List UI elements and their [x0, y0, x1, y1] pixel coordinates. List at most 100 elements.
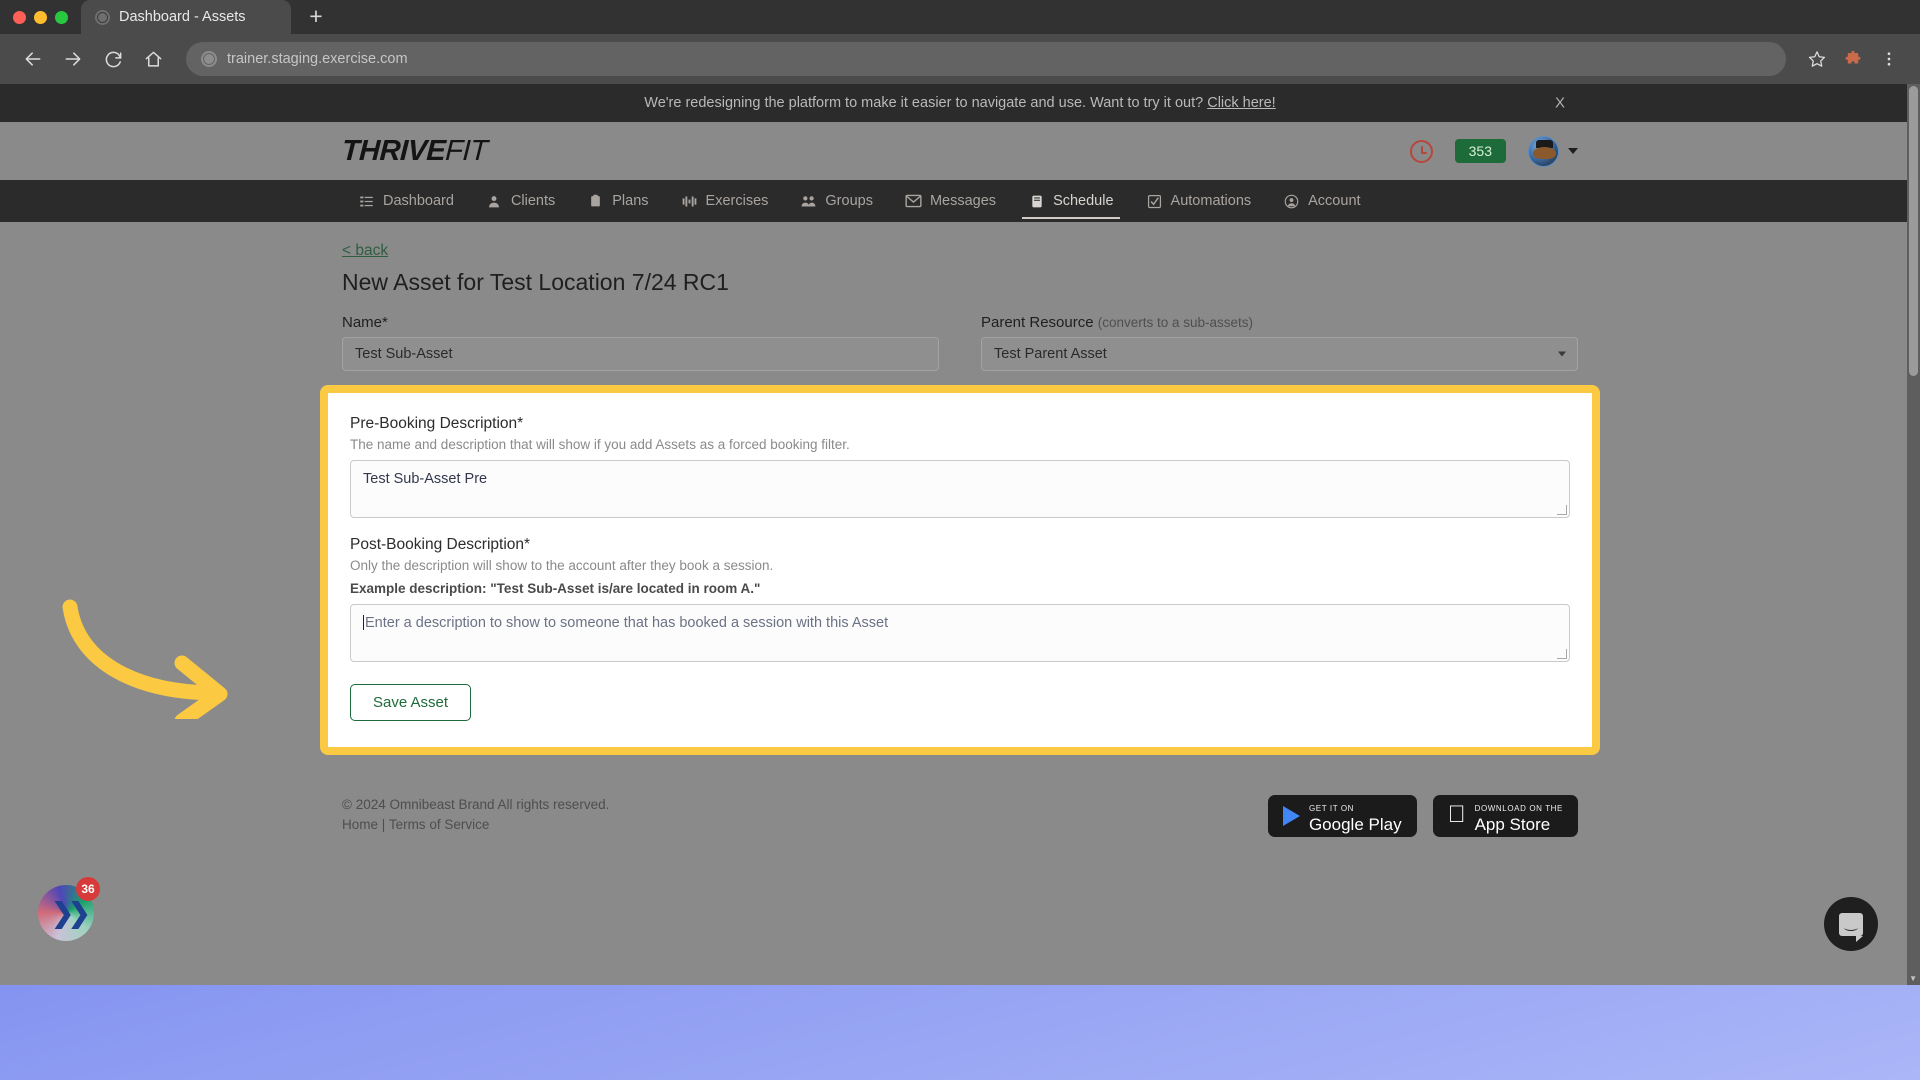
nav-label: Schedule	[1053, 193, 1114, 209]
pre-booking-label: Pre-Booking Description*	[350, 415, 524, 432]
post-booking-sub: Only the description will show to the ac…	[350, 558, 774, 573]
name-input[interactable]: Test Sub-Asset	[342, 337, 939, 371]
people-icon	[800, 193, 817, 210]
nav-label: Messages	[929, 193, 997, 209]
chevron-down-icon	[1558, 351, 1566, 357]
home-icon[interactable]	[134, 40, 172, 78]
name-field-group: Name* Test Sub-Asset	[342, 314, 939, 371]
browser-tab[interactable]: Dashboard - Assets	[81, 0, 291, 34]
checkbox-icon	[1146, 193, 1163, 210]
scroll-down-arrow-icon[interactable]: ▼	[1909, 974, 1917, 983]
google-play-top-text: GET IT ON	[1308, 803, 1355, 813]
banner-close-button[interactable]: X	[1555, 95, 1565, 112]
app-store-bottom-text: App Store	[1474, 814, 1551, 834]
puzzle-icon[interactable]	[1836, 42, 1870, 76]
nav-item-dashboard[interactable]: Dashboard	[342, 180, 470, 222]
pre-booking-sub: The name and description that will show …	[350, 437, 850, 452]
google-play-badge[interactable]: GET IT ON Google Play	[1267, 795, 1417, 837]
parent-resource-label-text: Parent Resource	[981, 314, 1094, 331]
star-icon[interactable]	[1800, 42, 1834, 76]
nav-label: Dashboard	[383, 193, 454, 209]
nav-item-account[interactable]: Account	[1267, 180, 1376, 222]
brand-chevrons-icon: ❯❯	[51, 897, 90, 928]
brand-widget-launcher[interactable]: ❯❯ 36	[38, 877, 100, 941]
clock-icon[interactable]	[1409, 139, 1433, 163]
page-viewport: We're redesigning the platform to make i…	[0, 84, 1920, 985]
back-arrow-icon[interactable]	[14, 40, 52, 78]
nav-label: Account	[1308, 193, 1361, 209]
booking-description-card: Pre-Booking Description* The name and de…	[320, 385, 1600, 755]
google-play-bottom-text: Google Play	[1308, 814, 1402, 834]
page-title: New Asset for Test Location 7/24 RC1	[342, 269, 729, 295]
nav-item-exercises[interactable]: Exercises	[665, 180, 785, 222]
banner-text: We're redesigning the platform to make i…	[644, 95, 1204, 111]
footer-terms-link[interactable]: Terms of Service	[389, 817, 490, 832]
app-store-badges: GET IT ON Google Play  Download on the …	[1267, 795, 1578, 837]
nav-item-messages[interactable]: Messages	[889, 180, 1012, 222]
app-store-top-text: Download on the	[1474, 803, 1563, 813]
apple-logo-icon: 	[1448, 802, 1466, 827]
parent-resource-label: Parent Resource (converts to a sub-asset…	[981, 314, 1578, 331]
google-play-icon	[1282, 806, 1300, 826]
footer-copyright: © 2024 Omnibeast Brand All rights reserv…	[342, 797, 610, 812]
post-booking-textarea[interactable]: Enter a description to show to someone t…	[350, 604, 1570, 662]
post-booking-placeholder: Enter a description to show to someone t…	[365, 615, 889, 631]
person-icon	[486, 193, 503, 210]
kebab-menu-icon[interactable]	[1872, 42, 1906, 76]
back-link[interactable]: < back	[342, 242, 388, 260]
account-menu[interactable]	[1528, 135, 1578, 167]
clipboard-icon	[587, 193, 604, 210]
nav-label: Automations	[1170, 193, 1252, 209]
banner-link[interactable]: Click here!	[1207, 95, 1276, 111]
list-icon	[358, 193, 375, 210]
avatar[interactable]	[1528, 135, 1559, 167]
window-controls[interactable]	[0, 11, 81, 34]
close-window-button[interactable]	[13, 11, 26, 24]
reload-icon[interactable]	[94, 40, 132, 78]
address-bar[interactable]: trainer.staging.exercise.com	[186, 42, 1786, 76]
nav-label: Clients	[510, 193, 556, 209]
main-content: < back New Asset for Test Location 7/24 …	[0, 222, 1920, 755]
smile-mark	[1844, 924, 1858, 931]
globe-favicon-icon	[95, 9, 110, 25]
nav-label: Exercises	[705, 193, 769, 209]
page-footer: © 2024 Omnibeast Brand All rights reserv…	[0, 755, 1920, 837]
header-actions: 353	[1409, 135, 1578, 167]
browser-toolbar: trainer.staging.exercise.com	[0, 34, 1920, 84]
site-globe-icon	[201, 51, 217, 67]
page-bottom-space	[0, 837, 1920, 985]
post-booking-label: Post-Booking Description*	[350, 536, 531, 553]
page-scrollbar[interactable]: ▲ ▼	[1907, 84, 1920, 985]
app-store-badge[interactable]:  Download on the App Store	[1432, 795, 1578, 837]
pre-booking-textarea[interactable]: Test Sub-Asset Pre	[350, 460, 1570, 518]
scrollbar-thumb[interactable]	[1909, 86, 1918, 376]
user-circle-icon	[1283, 193, 1300, 210]
main-navigation: Dashboard Clients Plans Exercises Groups…	[0, 180, 1920, 222]
post-booking-example: Example description: "Test Sub-Asset is/…	[350, 581, 761, 596]
widget-notification-badge: 36	[76, 877, 100, 901]
minimize-window-button[interactable]	[34, 11, 47, 24]
footer-links: Home | Terms of Service	[342, 815, 609, 835]
parent-resource-select[interactable]: Test Parent Asset	[981, 337, 1578, 371]
chat-bubble-icon	[1839, 912, 1863, 942]
chat-launcher-button[interactable]	[1824, 897, 1878, 951]
nav-item-automations[interactable]: Automations	[1130, 180, 1268, 222]
save-asset-button[interactable]: Save Asset	[350, 684, 472, 721]
chevron-down-icon[interactable]	[1568, 148, 1578, 154]
forward-arrow-icon[interactable]	[54, 40, 92, 78]
parent-resource-value: Test Parent Asset	[994, 346, 1107, 362]
nav-item-groups[interactable]: Groups	[784, 180, 889, 222]
nav-label: Groups	[825, 193, 873, 209]
maximize-window-button[interactable]	[55, 11, 68, 24]
footer-home-link[interactable]: Home	[342, 817, 378, 832]
calendar-icon	[1028, 193, 1045, 210]
nav-item-plans[interactable]: Plans	[571, 180, 664, 222]
credit-badge[interactable]: 353	[1454, 139, 1506, 163]
site-header: THRIVEFIT 353	[0, 122, 1920, 180]
parent-resource-group: Parent Resource (converts to a sub-asset…	[981, 314, 1578, 371]
site-logo[interactable]: THRIVEFIT	[341, 135, 488, 168]
new-tab-button[interactable]: +	[299, 0, 333, 33]
form-row-top: Name* Test Sub-Asset Parent Resource (co…	[342, 314, 1578, 371]
nav-item-schedule[interactable]: Schedule	[1012, 180, 1129, 222]
nav-item-clients[interactable]: Clients	[470, 180, 571, 222]
